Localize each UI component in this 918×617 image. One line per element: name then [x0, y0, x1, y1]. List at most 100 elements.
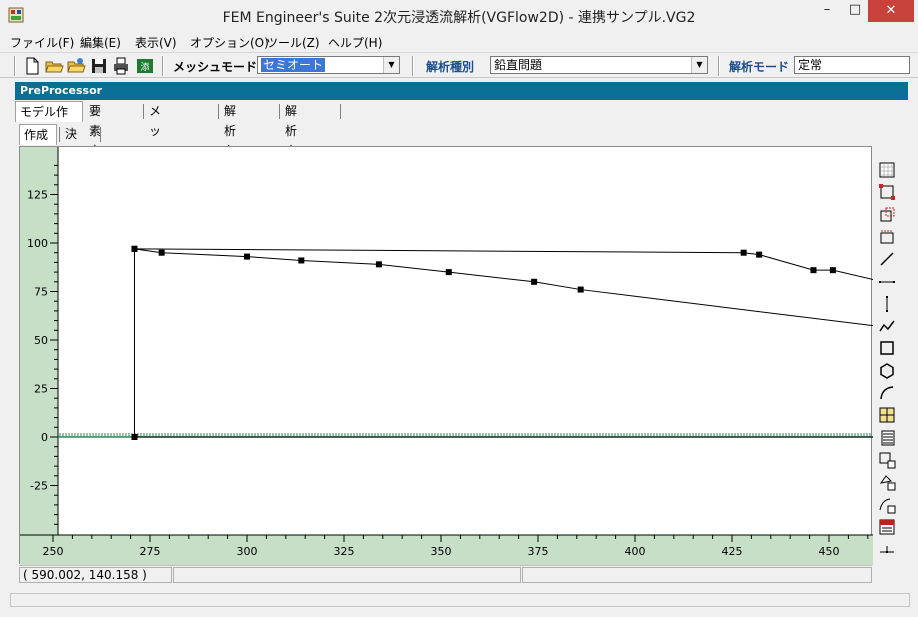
- grid-points-icon[interactable]: [878, 406, 896, 424]
- x-tick-label: 300: [237, 545, 258, 558]
- maximize-button[interactable]: □: [840, 0, 870, 22]
- polygon-list-icon[interactable]: [878, 473, 896, 491]
- y-tick-label: 75: [34, 286, 48, 299]
- rectangle-corner-icon[interactable]: [878, 228, 896, 246]
- menu-view[interactable]: 表示(V): [135, 34, 177, 51]
- grid-icon[interactable]: [878, 161, 896, 179]
- status-panel-2: [173, 567, 521, 583]
- preprocessor-header: PreProcessor: [15, 82, 908, 100]
- curve-list-icon[interactable]: [878, 496, 896, 514]
- toolbar-separator: [14, 56, 16, 76]
- title-bar: FEM Engineer's Suite 2次元浸透流解析(VGFlow2D) …: [0, 0, 918, 30]
- export-icon[interactable]: 添: [135, 56, 155, 76]
- model-node: [298, 257, 305, 264]
- ruler-icon[interactable]: [878, 540, 896, 558]
- vertical-line-icon[interactable]: [878, 295, 896, 313]
- model-node: [756, 251, 763, 258]
- svg-text:添: 添: [140, 62, 149, 73]
- tab-mesh-divide[interactable]: メッシュ分割: [145, 101, 165, 218]
- polyline-icon[interactable]: [878, 317, 896, 335]
- x-tick-label: 375: [528, 545, 549, 558]
- y-tick-label: 100: [27, 237, 48, 250]
- tab-separator: [100, 127, 101, 142]
- model-canvas[interactable]: 125 100 75 50 25 0 -25 250 275 300 325 350 375 400 425…: [19, 146, 873, 565]
- tab-separator: [143, 104, 144, 119]
- model-node: [829, 267, 836, 274]
- analysis-mode-field[interactable]: 定常: [794, 56, 910, 74]
- tab-separator: [59, 127, 60, 142]
- diagonal-line-icon[interactable]: [878, 250, 896, 268]
- x-tick-label: 450: [819, 545, 840, 558]
- model-node: [445, 269, 452, 276]
- rectangle-select-icon[interactable]: [878, 183, 896, 201]
- menu-bar: ファイル(F) 編集(E) 表示(V) オプション(O) ツール(Z) ヘルプ(…: [0, 30, 918, 52]
- toolbar-separator: [718, 56, 720, 76]
- square-icon[interactable]: [878, 339, 896, 357]
- menu-help[interactable]: ヘルプ(H): [328, 34, 382, 51]
- y-tick-label: 125: [27, 189, 48, 202]
- model-plot[interactable]: 1251007550250-25250 275 300 325 350 375 400 425…: [20, 147, 873, 565]
- chevron-down-icon[interactable]: ▼: [383, 57, 399, 73]
- model-node: [158, 249, 165, 256]
- print-icon[interactable]: [111, 56, 131, 76]
- menu-edit[interactable]: 編集(E): [80, 34, 121, 51]
- analysis-type-label: 解析種別: [426, 60, 475, 74]
- x-tick-label: 325: [334, 545, 355, 558]
- bottom-strip: [10, 593, 910, 607]
- chevron-down-icon[interactable]: ▼: [691, 57, 707, 73]
- y-tick-label: -25: [30, 480, 48, 493]
- tab-separator: [279, 104, 280, 119]
- tab-element-define[interactable]: 要素定義: [85, 101, 105, 178]
- tab-analysis-conditions[interactable]: 解析条件: [220, 101, 240, 178]
- mesh-mode-label: メッシュモード: [173, 60, 258, 74]
- subtab-confirm[interactable]: 決定: [61, 124, 81, 161]
- analysis-type-select[interactable]: 鉛直問題 ▼: [490, 56, 708, 74]
- status-bar: ( 590.002, 140.158 ): [19, 565, 872, 583]
- new-file-icon[interactable]: [22, 56, 42, 76]
- analysis-mode-label: 解析モード: [729, 60, 790, 74]
- model-outer-boundary: [133, 248, 873, 438]
- model-node: [131, 245, 138, 252]
- subtab-create[interactable]: 作成: [19, 124, 57, 145]
- rectangle-dashed-icon[interactable]: [878, 206, 896, 224]
- save-icon[interactable]: [89, 56, 109, 76]
- minimize-button[interactable]: –: [812, 0, 842, 22]
- menu-options[interactable]: オプション(O): [190, 34, 269, 51]
- mesh-mode-value: セミオート: [261, 58, 326, 72]
- tab-analysis-run[interactable]: 解析実行: [281, 101, 301, 178]
- model-node: [244, 253, 250, 260]
- model-node: [810, 267, 817, 274]
- menu-file[interactable]: ファイル(F): [10, 34, 74, 51]
- x-tick-label: 275: [140, 545, 161, 558]
- hexagon-icon[interactable]: [878, 362, 896, 380]
- model-inner-boundary: [134, 248, 873, 327]
- tab-separator: [340, 104, 341, 119]
- list-icon[interactable]: [878, 429, 896, 447]
- tab-model-create[interactable]: モデル作成: [15, 101, 83, 139]
- cad-import-icon[interactable]: [878, 518, 896, 536]
- menu-tools[interactable]: ツール(Z): [266, 34, 320, 51]
- toolbar-separator: [162, 56, 164, 76]
- horizontal-line-icon[interactable]: [878, 273, 896, 291]
- tab-separator: [218, 104, 219, 119]
- open-folder-2-icon[interactable]: [66, 56, 86, 76]
- model-node: [375, 261, 382, 268]
- arc-icon[interactable]: [878, 384, 896, 402]
- open-folder-icon[interactable]: [44, 56, 64, 76]
- mesh-mode-select[interactable]: セミオート ▼: [257, 56, 400, 74]
- y-axis-band: [20, 147, 58, 565]
- analysis-mode-value: 定常: [798, 58, 823, 72]
- window-title: FEM Engineer's Suite 2次元浸透流解析(VGFlow2D) …: [222, 10, 696, 26]
- y-tick-label: 0: [41, 431, 48, 444]
- toolbar-separator: [412, 56, 414, 76]
- status-panel-3: [522, 567, 872, 583]
- y-tick-label: 25: [34, 383, 48, 396]
- analysis-type-value: 鉛直問題: [494, 58, 543, 72]
- toolbar: 添 メッシュモード セミオート ▼ 解析種別 鉛直問題 ▼ 解析モード 定常: [0, 52, 918, 78]
- model-node: [131, 434, 138, 440]
- coordinate-readout: ( 590.002, 140.158 ): [19, 567, 172, 583]
- x-tick-label: 425: [722, 545, 743, 558]
- close-button[interactable]: ✕: [868, 0, 914, 22]
- model-node: [531, 278, 538, 285]
- rectangle-list-icon[interactable]: [878, 451, 896, 469]
